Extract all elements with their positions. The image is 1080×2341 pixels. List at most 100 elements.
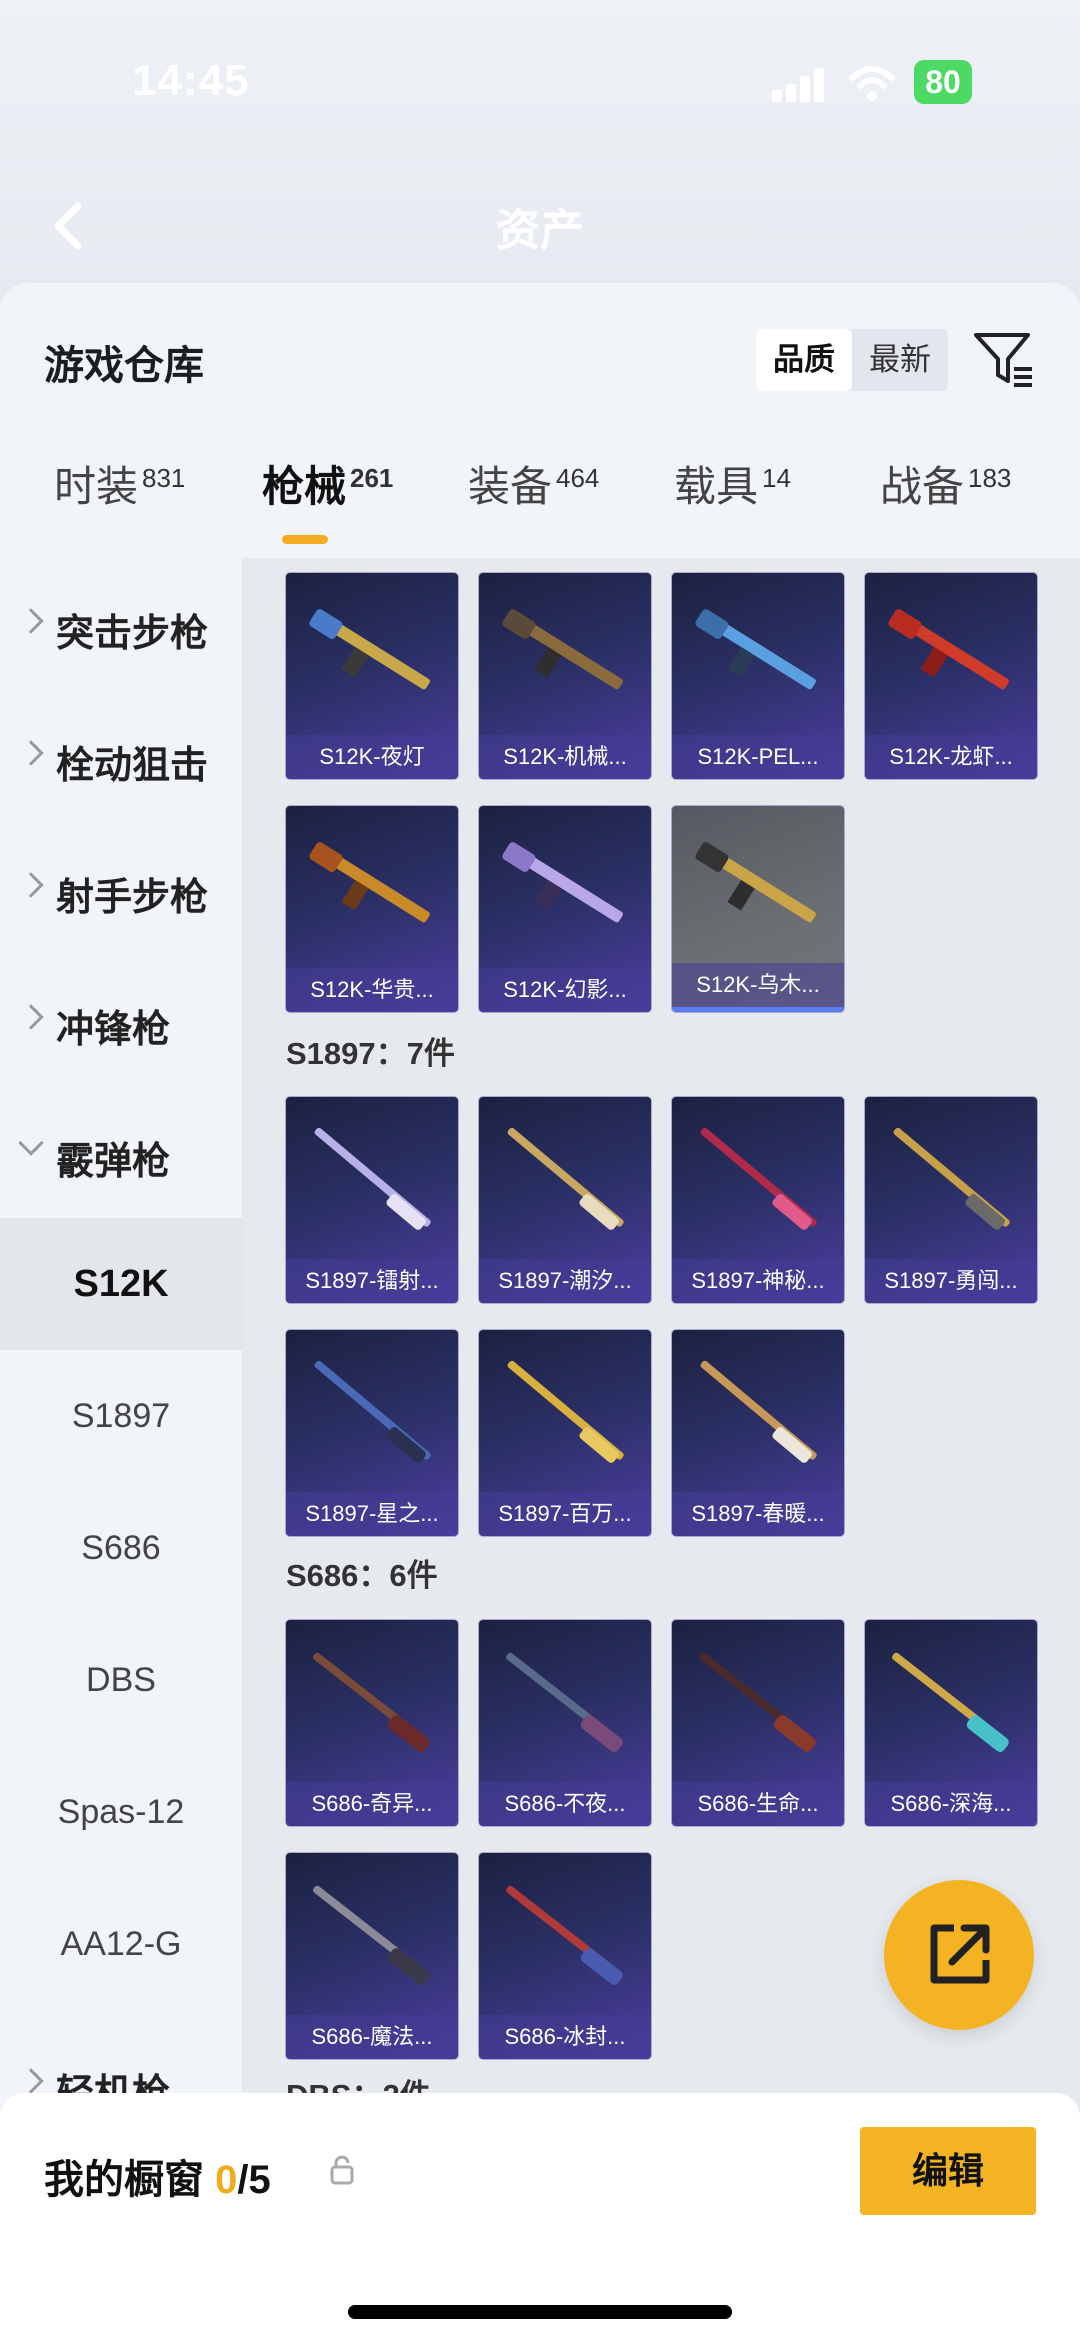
shotgun-icon [313,1652,430,1752]
sort-quality-button[interactable]: 品质 [756,329,852,391]
item-card[interactable]: S686-魔法... [286,1853,458,2059]
shotgun-icon [892,1652,1009,1752]
item-card[interactable]: S1897-勇闯... [865,1097,1037,1303]
sidebar-item-s686[interactable]: S686 [0,1482,242,1614]
item-name: S686-不夜... [479,1782,651,1826]
item-card[interactable]: S686-冰封... [479,1853,651,2059]
sort-toggle: 品质 最新 [756,329,948,391]
item-card[interactable]: S12K-龙虾... [865,573,1037,779]
lock-icon [330,2155,354,2185]
tab-equipment[interactable]: 装备 464 [468,453,599,514]
item-card[interactable]: S1897-潮汐... [479,1097,651,1303]
sidebar-item-aa12g[interactable]: AA12-G [0,1878,242,2010]
edit-button[interactable]: 编辑 [860,2127,1036,2215]
item-name: S1897-镭射... [286,1259,458,1303]
item-name: S1897-神秘... [672,1259,844,1303]
category-tabs: 时装 831 枪械 261 装备 464 载具 14 战备 183 [0,433,1080,543]
sidebar-cat-assault-rifle[interactable]: 突击步枪 [0,558,242,688]
item-name: S1897-勇闯... [865,1259,1037,1303]
tab-fashion[interactable]: 时装 831 [54,453,185,514]
item-card[interactable]: S12K-幻影... [479,806,651,1012]
tab-gear[interactable]: 战备 183 [880,453,1011,514]
weapon-category-sidebar: 突击步枪 栓动狙击 射手步枪 冲锋枪 霰弹枪 S12K S1897 S686 D… [0,558,242,2168]
item-card[interactable]: S686-深海... [865,1620,1037,1826]
item-card[interactable]: S1897-神秘... [672,1097,844,1303]
item-name: S1897-星之... [286,1492,458,1536]
filter-icon[interactable] [972,329,1036,393]
shotgun-icon [313,1885,430,1985]
tab-weapons[interactable]: 枪械 261 [262,453,393,514]
item-card[interactable]: S686-不夜... [479,1620,651,1826]
item-name: S1897-百万... [479,1492,651,1536]
sidebar-item-s12k[interactable]: S12K [0,1218,242,1350]
item-card[interactable]: S1897-百万... [479,1330,651,1536]
sidebar-item-spas12[interactable]: Spas-12 [0,1746,242,1878]
item-name: S686-奇异... [286,1782,458,1826]
shotgun-icon [502,842,623,923]
page-title: 资产 [496,206,584,255]
item-card[interactable]: S1897-镭射... [286,1097,458,1303]
showcase-total-count: /5 [237,2158,271,2202]
item-name: S12K-龙虾... [865,735,1037,779]
shotgun-icon [893,1127,1010,1230]
item-card[interactable]: S12K-PEL... [672,573,844,779]
item-card[interactable]: S1897-春暖... [672,1330,844,1536]
item-name: S12K-华贵... [286,968,458,1012]
sort-newest-button[interactable]: 最新 [852,329,948,391]
item-name: S686-魔法... [286,2015,458,2059]
battery-indicator: 80 [914,60,972,104]
shotgun-icon [695,609,816,690]
sheet-header: 游戏仓库 品质 最新 [0,283,1080,403]
item-name: S12K-乌木... [672,963,844,1007]
sidebar-item-dbs[interactable]: DBS [0,1614,242,1746]
share-export-icon [930,1924,990,1984]
item-name: S1897-春暖... [672,1492,844,1536]
sidebar-cat-shotgun[interactable]: 霰弹枪 [0,1086,242,1216]
shotgun-icon [506,1885,623,1985]
active-tab-indicator [282,535,328,544]
item-card[interactable]: S12K-夜灯 [286,573,458,779]
item-card[interactable]: S686-奇异... [286,1620,458,1826]
shotgun-icon [309,842,430,923]
sidebar-cat-bolt-sniper[interactable]: 栓动狙击 [0,690,242,820]
shotgun-icon [888,609,1009,690]
item-card[interactable]: S1897-星之... [286,1330,458,1536]
item-card[interactable]: S686-生命... [672,1620,844,1826]
shotgun-icon [700,1127,817,1230]
home-indicator [348,2305,732,2319]
showcase-current-count: 0 [215,2158,238,2202]
showcase-label: 我的橱窗 [44,2158,204,2202]
shotgun-icon [314,1127,431,1230]
item-card-selected[interactable]: S12K-乌木... [672,806,844,1012]
group-label-s1897: S1897：7件 [286,1036,455,1071]
shotgun-icon [507,1127,624,1230]
shotgun-icon [695,842,816,923]
showcase-counter: 我的橱窗 0/5 [44,2147,271,2205]
warehouse-sheet: 游戏仓库 品质 最新 时装 831 枪械 261 装备 464 载具 14 战备 183 … [0,283,1080,2341]
shotgun-icon [506,1652,623,1752]
item-card[interactable]: S12K-华贵... [286,806,458,1012]
showcase-bar: 我的橱窗 0/5 编辑 [0,2093,1080,2341]
shotgun-icon [502,609,623,690]
item-card[interactable]: S12K-机械... [479,573,651,779]
group-label-s686: S686：6件 [286,1558,438,1593]
item-name: S686-生命... [672,1782,844,1826]
tab-vehicles[interactable]: 载具 14 [674,453,791,514]
sidebar-cat-smg[interactable]: 冲锋枪 [0,954,242,1084]
item-name: S686-冰封... [479,2015,651,2059]
sidebar-item-s1897[interactable]: S1897 [0,1350,242,1482]
wifi-icon [849,66,895,101]
share-button[interactable] [884,1880,1034,2030]
shotgun-icon [700,1360,817,1463]
sidebar-cat-marksman[interactable]: 射手步枪 [0,822,242,952]
cellular-signal-icon [772,68,828,102]
sheet-title: 游戏仓库 [44,344,204,388]
item-name: S686-深海... [865,1782,1037,1826]
item-name: S12K-机械... [479,735,651,779]
shotgun-icon [699,1652,816,1752]
status-time: 14:45 [132,56,250,105]
nav-bar: 资产 [0,180,1080,280]
status-bar: 14:45 80 [0,40,1080,120]
item-name: S12K-夜灯 [286,735,458,779]
item-name: S12K-幻影... [479,968,651,1012]
